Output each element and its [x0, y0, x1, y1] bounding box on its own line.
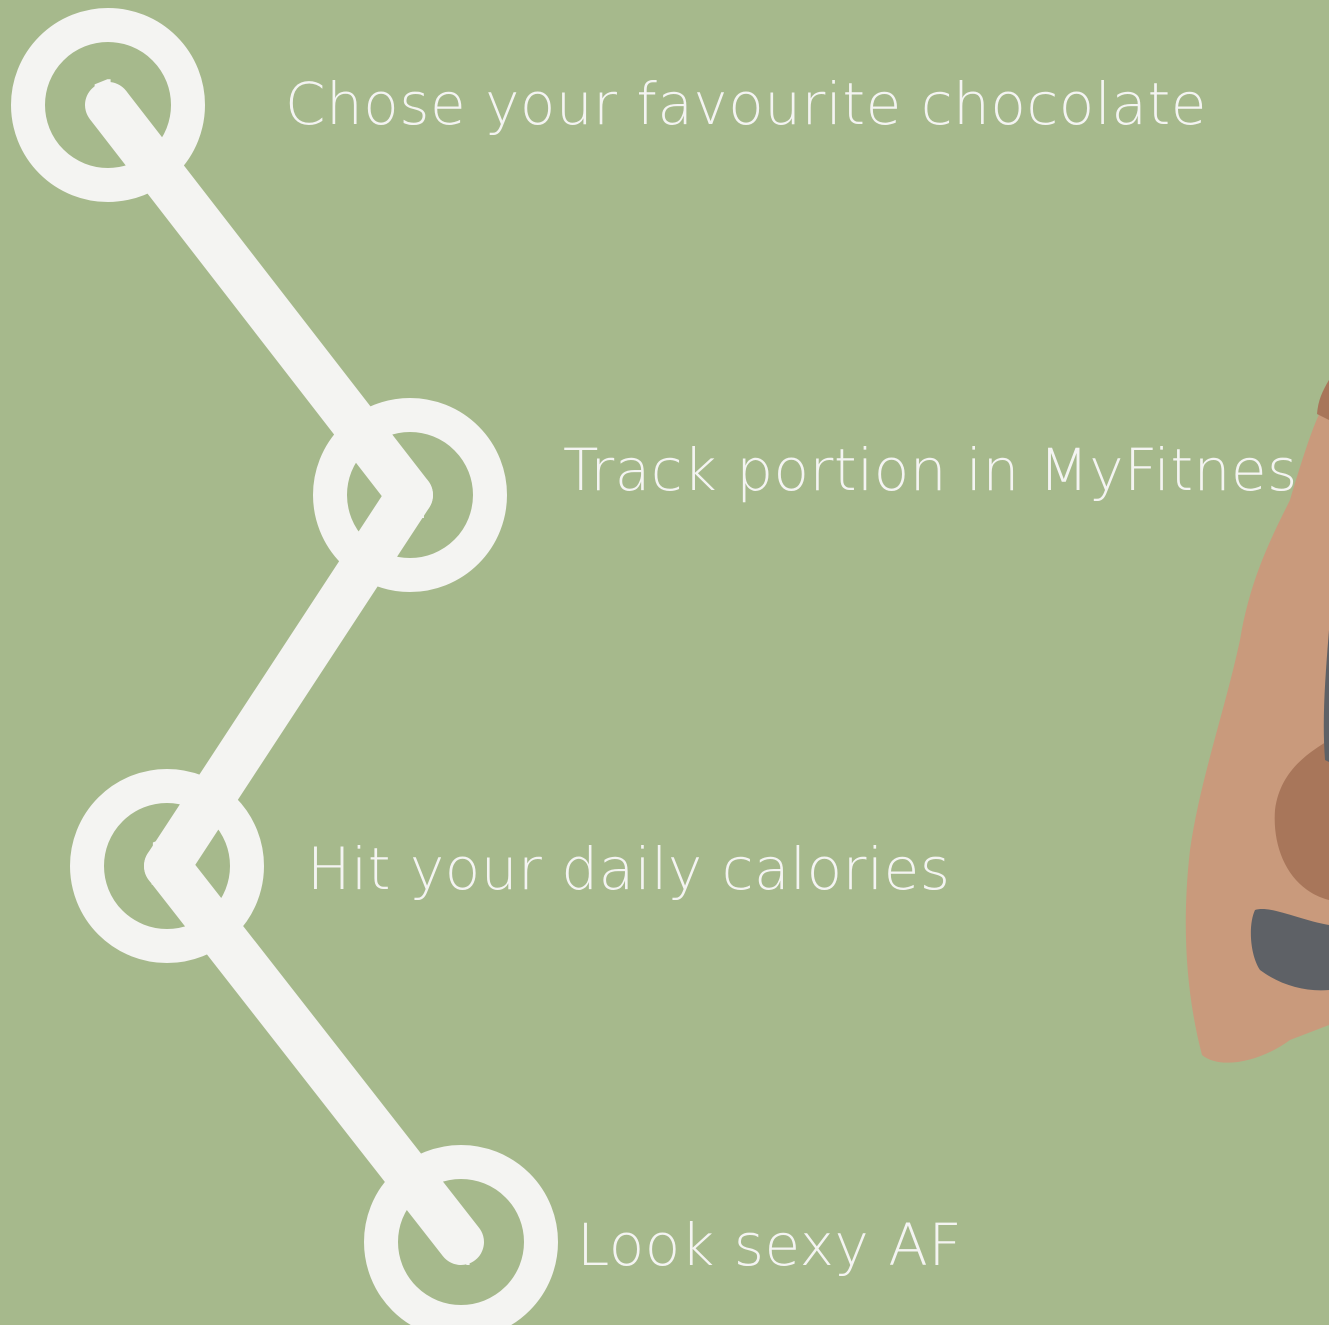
step-label-4: Look sexy AF — [577, 1211, 963, 1279]
step-label-3: Hit your daily calories — [307, 835, 951, 903]
step-marker-1: 1 — [11, 8, 205, 202]
step-marker-3: 3 — [70, 769, 264, 963]
step-number-2: 2 — [390, 460, 431, 534]
step-marker-4: 4 — [364, 1145, 558, 1325]
step-number-1: 1 — [88, 68, 129, 142]
zigzag-steps-diagram: 1 2 3 4 — [11, 8, 558, 1325]
person-photo-cutout — [1185, 380, 1329, 1063]
steps-graphic: 1 2 3 4 Chose your favourite chocolate T… — [0, 0, 1329, 1325]
step-label-1: Chose your favourite chocolate — [285, 70, 1207, 138]
person-hair — [1317, 380, 1329, 420]
step-number-3: 3 — [147, 829, 188, 903]
step-number-4: 4 — [441, 1207, 482, 1281]
step-marker-2: 2 — [313, 398, 507, 592]
connector-lines — [85, 82, 484, 1265]
